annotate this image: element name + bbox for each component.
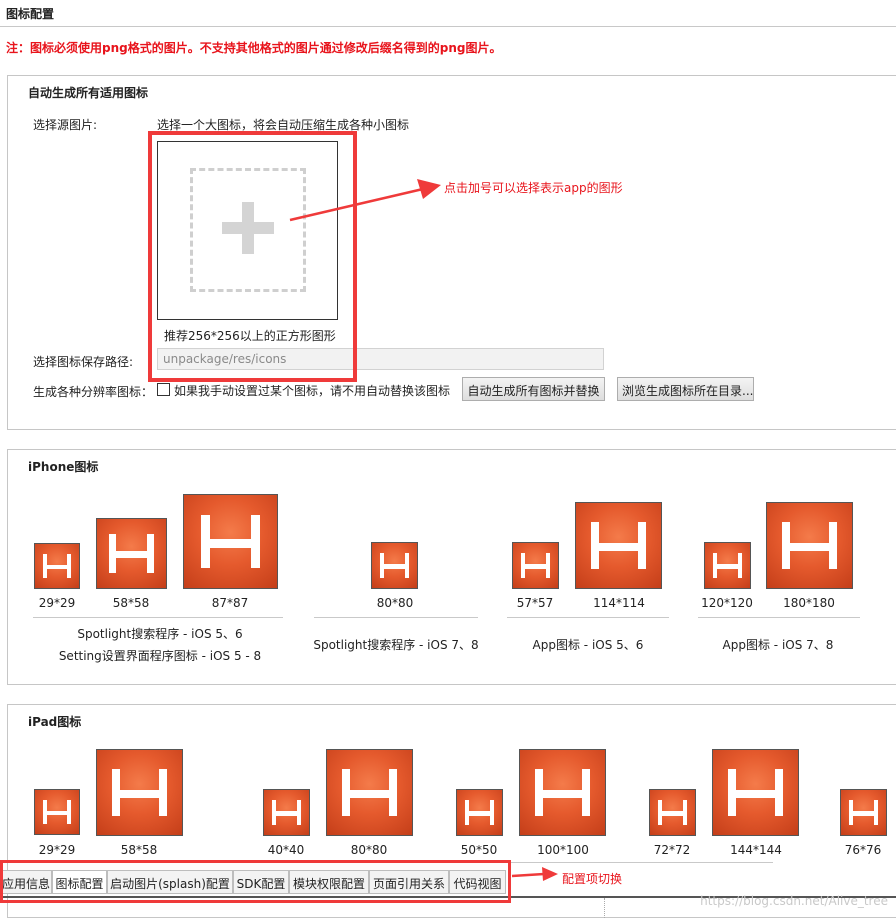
generate-all-icons-button[interactable]: 自动生成所有图标并替换 [462,377,605,401]
ipad-size-label: 100*100 [537,843,589,857]
iphone-group-caption: App图标 - iOS 5、6 [532,638,644,652]
ipad-icon[interactable] [96,749,183,836]
iphone-size-label: 180*180 [783,596,835,610]
iphone-icon-120[interactable] [704,542,751,589]
auto-generate-group: 自动生成所有适用图标 [7,75,896,430]
source-image-label: 选择源图片: [33,118,98,132]
iphone-icons-title: iPhone图标 [28,460,99,474]
tabs-highlight-box [0,860,511,903]
ipad-size-label: 58*58 [120,843,158,857]
picker-annotation: 点击加号可以选择表示app的图形 [444,181,623,195]
ipad-icon[interactable] [519,749,606,836]
iphone-group-caption: Spotlight搜索程序 - iOS 7、8 [313,638,479,652]
tabs-arrow-icon [511,867,558,881]
browse-icon-folder-button[interactable]: 浏览生成图标所在目录... [617,377,754,401]
iphone-size-label: 120*120 [701,596,753,610]
ipad-icon[interactable] [326,749,413,836]
iphone-group-caption: Spotlight搜索程序 - iOS 5、6 [77,627,243,641]
iphone-icon-58[interactable] [96,518,167,589]
iphone-size-label: 114*114 [593,596,645,610]
png-warning-text: 注：图标必须使用png格式的图片。不支持其他格式的图片通过修改后缀名得到的png… [6,41,502,55]
ipad-icon[interactable] [649,789,696,836]
status-separator [604,898,605,918]
ipad-icon[interactable] [840,789,887,836]
ipad-size-label: 29*29 [38,843,76,857]
ipad-icon[interactable] [263,789,310,836]
group-divider [314,617,478,618]
ipad-icon[interactable] [456,789,503,836]
iphone-icon-180[interactable] [766,502,853,589]
iphone-group-caption: App图标 - iOS 7、8 [722,638,834,652]
group-divider [507,617,669,618]
ipad-icon[interactable] [34,789,80,835]
iphone-size-label: 57*57 [516,596,554,610]
iphone-icon-87[interactable] [183,494,278,589]
picker-highlight-box [148,131,357,382]
blog-watermark: https://blog.csdn.net/Alive_tree [700,894,888,908]
ipad-icons-title: iPad图标 [28,715,82,729]
iphone-icon-114[interactable] [575,502,662,589]
iphone-group-caption: Setting设置界面程序图标 - iOS 5 - 8 [58,649,262,663]
iphone-size-label: 80*80 [376,596,414,610]
iphone-icon-80[interactable] [371,542,418,589]
ipad-size-label: 72*72 [653,843,691,857]
auto-generate-title: 自动生成所有适用图标 [28,86,149,100]
ipad-size-label: 50*50 [460,843,498,857]
ipad-size-label: 40*40 [267,843,305,857]
save-path-label: 选择图标保存路径: [33,355,134,369]
iphone-icon-29[interactable] [34,543,80,589]
group-divider [33,617,283,618]
iphone-icon-57[interactable] [512,542,559,589]
page-title: 图标配置 [6,7,55,21]
iphone-size-label: 87*87 [211,596,249,610]
ipad-size-label: 76*76 [844,843,882,857]
group-divider [698,617,860,618]
ipad-size-label: 144*144 [730,843,782,857]
resolutions-label: 生成各种分辨率图标： [33,385,154,399]
keep-manual-icon-checkbox[interactable] [157,383,170,396]
picker-arrow-icon [289,179,441,222]
title-divider [0,26,896,27]
iphone-size-label: 29*29 [38,596,76,610]
iphone-size-label: 58*58 [112,596,150,610]
ipad-icon[interactable] [712,749,799,836]
ipad-size-label: 80*80 [350,843,388,857]
tabs-annotation: 配置项切换 [562,872,623,886]
keep-manual-icon-label: 如果我手动设置过某个图标，请不用自动替换该图标 [174,384,451,398]
